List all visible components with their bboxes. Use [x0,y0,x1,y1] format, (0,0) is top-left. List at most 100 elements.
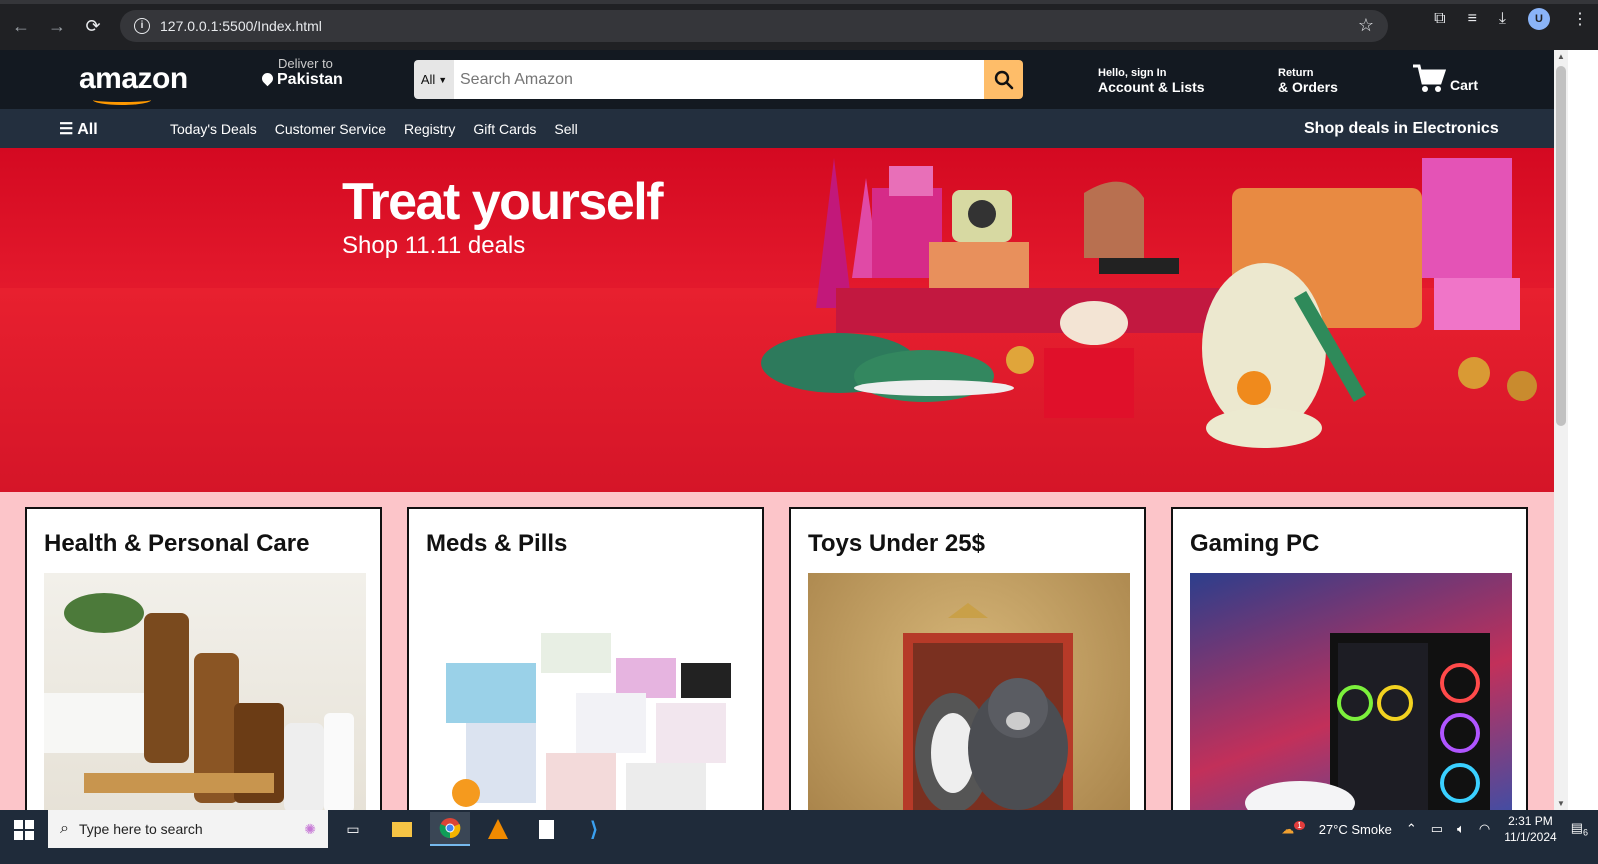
all-label: All [77,121,98,138]
orders-label: & Orders [1278,79,1338,95]
nav-link-sell[interactable]: Sell [554,121,577,137]
taskbar-search[interactable]: ⌕ Type here to search ✺ [48,810,328,848]
browser-chrome: ← → ⟳ i 127.0.0.1:5500/Index.html ☆ ⧉ ≡ … [0,0,1598,50]
hero-banner[interactable]: Treat yourself Shop 11.11 deals [0,148,1554,492]
nav-link-customer-service[interactable]: Customer Service [275,121,386,137]
account-lists[interactable]: Hello, sign In Account & Lists [1098,67,1205,95]
menu-kebab-icon[interactable]: ⋮ [1572,9,1588,29]
nav-links: Today's Deals Customer Service Registry … [170,121,578,137]
nav-link-gift-cards[interactable]: Gift Cards [473,121,536,137]
weather-icon[interactable]: ☁ 1 [1281,820,1305,837]
card-image-health[interactable] [44,573,366,823]
hero-subtitle: Shop 11.11 deals [342,232,526,259]
cart-button[interactable]: Cart [1412,63,1478,93]
tab-strip [0,0,1598,4]
toiletries-illustration [44,593,354,813]
deliver-label: Deliver to [278,56,333,71]
wifi-icon[interactable]: ◠ [1479,821,1490,837]
vlc-icon[interactable] [478,812,518,846]
chrome-logo [439,818,461,839]
hero-product-collage [761,158,1537,448]
notepad-icon[interactable] [526,812,566,846]
card-title: Gaming PC [1190,530,1320,557]
chevron-up-icon[interactable]: ⌃ [1406,821,1417,837]
search-input[interactable] [454,60,984,99]
pills-boxes-illustration [446,633,731,813]
scroll-up-icon[interactable]: ▲ [1557,52,1565,61]
returns-label: Return [1278,67,1314,79]
profile-avatar[interactable]: U [1528,8,1550,30]
plush-toys-illustration [903,603,1073,813]
clock[interactable]: 2:31 PM 11/1/2024 [1504,813,1557,845]
site-info-icon[interactable]: i [134,18,150,34]
scroll-thumb[interactable] [1556,66,1566,426]
page-scrollbar[interactable]: ▲ ▼ [1554,50,1568,810]
forward-icon[interactable]: → [42,11,72,41]
browser-toolbar: ← → ⟳ i 127.0.0.1:5500/Index.html ☆ [0,8,1598,44]
weather-badge: 1 [1294,820,1305,830]
search-icon [994,70,1013,89]
category-card-toys[interactable]: Toys Under 25$ [789,507,1146,823]
back-icon[interactable]: ← [6,11,36,41]
notification-count: 6 [1582,827,1588,838]
hamburger-icon: ☰ [59,121,74,138]
electronics-promo-link[interactable]: Shop deals in Electronics [1304,120,1499,138]
window-edge [1568,50,1598,810]
bookmark-star-icon[interactable]: ☆ [1358,15,1374,36]
search-bar: All ▼ [414,60,1023,99]
notifications-icon[interactable]: ▤6 [1571,820,1588,838]
chrome-icon[interactable] [430,812,470,846]
logo-text: amazon [79,62,188,95]
extensions-icon[interactable]: ⧉ [1434,10,1445,28]
windows-start-icon[interactable] [14,820,34,840]
deliver-to[interactable]: Deliver to Pakistan [259,56,343,89]
card-image-toys[interactable] [808,573,1130,823]
media-controls-icon[interactable]: ≡ [1468,10,1477,28]
task-view-icon[interactable]: ▭ [333,812,373,846]
file-explorer-icon[interactable] [382,812,422,846]
deliver-country: Pakistan [277,71,343,88]
search-category-select[interactable]: All ▼ [414,60,454,99]
address-bar[interactable]: i 127.0.0.1:5500/Index.html ☆ [120,10,1388,42]
account-greeting: Hello, sign In [1098,67,1167,79]
amazon-logo[interactable]: amazon [79,62,188,105]
returns-orders[interactable]: Return & Orders [1278,67,1338,95]
site-header: amazon Deliver to Pakistan All ▼ Hello, … [0,50,1582,109]
card-image-gaming-pc[interactable] [1190,573,1512,823]
battery-icon[interactable]: ▭ [1431,821,1443,837]
search-button[interactable] [984,60,1023,99]
system-tray: ☁ 1 27°C Smoke ⌃ ▭ 🔈︎ ◠ 2:31 PM 11/1/2024… [1281,810,1598,848]
category-card-health[interactable]: Health & Personal Care [25,507,382,823]
account-label: Account & Lists [1098,79,1205,95]
sub-navigation: ☰ All Today's Deals Customer Service Reg… [0,109,1582,148]
vscode-icon[interactable]: ⟩ [574,812,614,846]
card-title: Toys Under 25$ [808,530,985,557]
gaming-pc-illustration [1245,633,1490,823]
category-card-gaming-pc[interactable]: Gaming PC [1171,507,1528,823]
hero-title: Treat yourself [342,173,664,231]
nav-link-registry[interactable]: Registry [404,121,455,137]
weather-text[interactable]: 27°C Smoke [1319,822,1392,837]
clock-time: 2:31 PM [1508,814,1553,828]
windows-taskbar: ⌕ Type here to search ✺ ▭ ⟩ ☁ 1 27°C Smok… [0,810,1598,864]
cart-label: Cart [1450,77,1479,93]
reload-icon[interactable]: ⟳ [78,11,108,41]
chevron-down-icon: ▼ [438,74,448,85]
all-menu-button[interactable]: ☰ All [59,119,98,139]
clock-date: 11/1/2024 [1504,830,1557,844]
url-text: 127.0.0.1:5500/Index.html [160,18,322,34]
category-section: Health & Personal Care Meds & Pills Toys… [0,492,1554,823]
logo-smile-icon [93,95,151,105]
taskbar-search-placeholder: Type here to search [78,821,203,837]
card-title: Health & Personal Care [44,530,310,557]
scroll-down-icon[interactable]: ▼ [1557,799,1565,808]
diya-icon: ✺ [304,820,316,837]
nav-link-todays-deals[interactable]: Today's Deals [170,121,257,137]
downloads-icon[interactable]: ⤓ [1499,10,1506,28]
location-pin-icon [259,70,276,87]
search-icon: ⌕ [60,820,69,837]
category-card-meds[interactable]: Meds & Pills [407,507,764,823]
volume-icon[interactable]: 🔈︎ [1457,821,1465,837]
card-image-meds[interactable] [426,573,748,823]
search-category-label: All [420,72,436,87]
